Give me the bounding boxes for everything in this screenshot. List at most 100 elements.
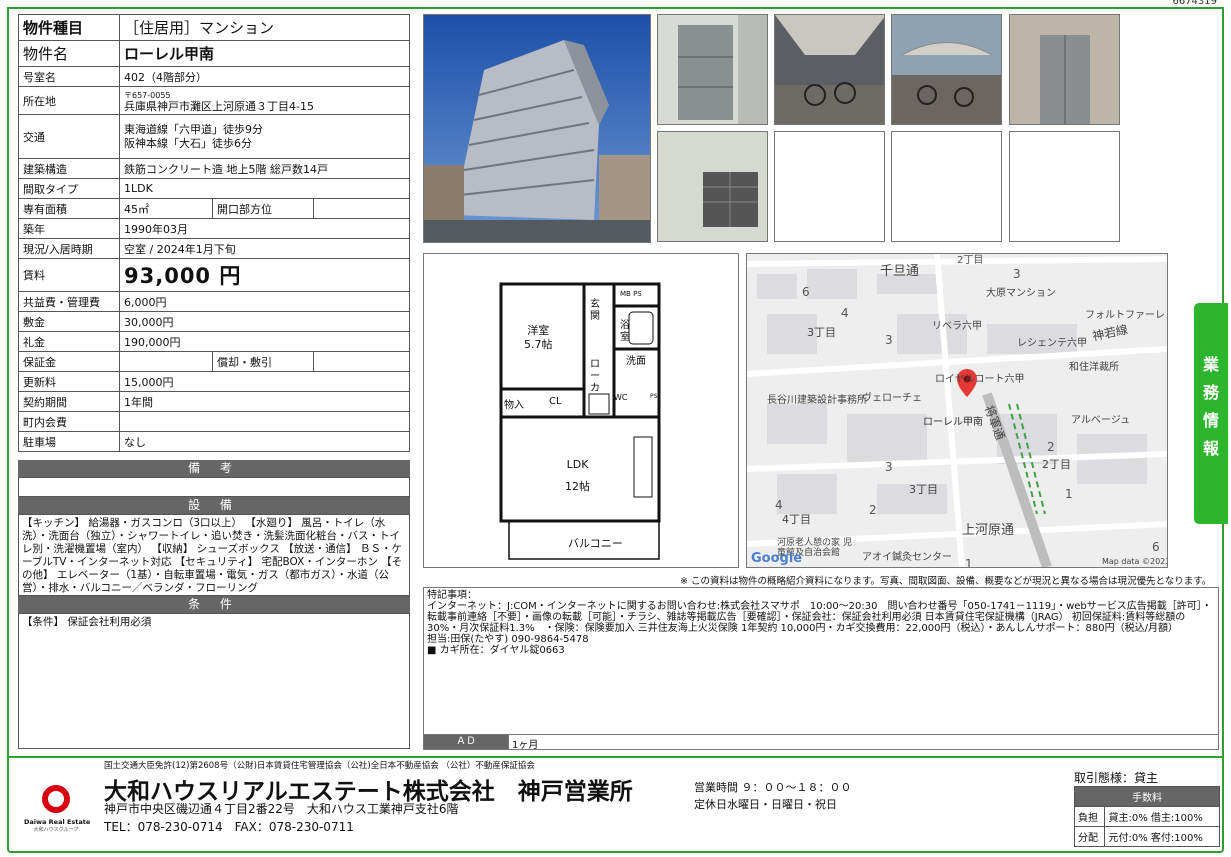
room-value: 402（4階部分）	[119, 66, 410, 87]
map-number: 3	[885, 333, 893, 347]
wc-label: WC	[614, 393, 628, 402]
google-logo: Google	[751, 551, 803, 566]
map-label-3chome-b: 3丁目	[909, 483, 938, 496]
map-label-3chome-a: 3丁目	[807, 326, 836, 339]
map-number: 4	[841, 306, 849, 320]
bicycle-parking-photo-2	[891, 14, 1002, 125]
area-label: 専有面積	[18, 198, 120, 219]
status-label: 現況/入居時期	[18, 238, 120, 259]
remarks-header: 備 考	[18, 460, 410, 477]
type-label: 物件種目	[18, 14, 120, 41]
ad-label: ＡＤ	[424, 735, 508, 749]
map-number: 3	[1013, 267, 1021, 281]
fee-header: 手数料	[1074, 786, 1220, 807]
closet-label: CL	[549, 396, 562, 407]
built-value: 1990年03月	[119, 218, 410, 239]
map-label-wazumi-yousai: 和住洋裁所	[1069, 362, 1119, 373]
business-info-tab[interactable]: 業 務 情 報	[1194, 303, 1228, 524]
structure-label: 建築構造	[18, 158, 120, 179]
western-room-label: 洋室	[527, 324, 550, 337]
map-number: 6	[1152, 540, 1160, 554]
tab-char: 業	[1202, 355, 1219, 374]
map-label-ohara-mansion: 大原マンション	[986, 288, 1056, 299]
key-money-label: 礼金	[18, 331, 120, 352]
photo-placeholder-1	[774, 131, 885, 242]
corridor-label: ローカ	[590, 359, 600, 394]
tab-char: 情	[1202, 411, 1219, 430]
key-money-value: 190,000円	[119, 331, 410, 352]
license-text: 国土交通大臣免許(12)第2608号（公財)日本賃貸住宅管理協会（公社)全日本不…	[104, 761, 535, 771]
mailbox-photo	[657, 14, 768, 125]
map-label-royal-court-rokko: ロイヤルコート六甲	[935, 374, 1025, 385]
elevator-photo	[1009, 14, 1120, 125]
rent-label: 賃料	[18, 258, 120, 292]
ldk-size: 12帖	[565, 480, 590, 493]
association-fee-label: 町内会費	[18, 411, 120, 432]
parking-value: なし	[119, 431, 410, 452]
building-exterior-photo	[423, 14, 651, 243]
notes-title: 特記事項：	[427, 590, 477, 601]
map-number: 6	[802, 285, 810, 299]
western-room-size: 5.7帖	[524, 338, 553, 351]
split-value: 元付:0% 客付:100%	[1104, 826, 1220, 847]
guarantee-value	[119, 351, 213, 372]
rent-value: 93,000 円	[119, 258, 410, 292]
holidays: 定休日水曜日・日曜日・祝日	[694, 798, 837, 811]
reference-number: 6674319	[1168, 0, 1221, 7]
balcony-label: バルコニー	[568, 537, 623, 550]
amortization-label: 償却・敷引	[212, 351, 314, 372]
daiwa-logo: Daiwa Real Estate 大和ハウスグループ	[24, 784, 91, 834]
deposit-label: 敷金	[18, 311, 120, 332]
direction-value	[313, 198, 410, 219]
notes-line-2: 担当:田保(たやす) 090-9864-5478	[427, 634, 589, 645]
status-value: 空室 / 2024年1月下旬	[119, 238, 410, 259]
map-number: 3	[885, 460, 893, 474]
map-label-hasegawa-architects: 長谷川建築設計事務所	[767, 395, 867, 406]
postal-code: 〒657-0055	[124, 90, 171, 100]
contract-value: 1年間	[119, 391, 410, 412]
delivery-box-photo	[657, 131, 768, 242]
notes-line-3: ■ カギ所在：ダイヤル錠0663	[427, 645, 565, 656]
burden-label: 負担	[1073, 806, 1106, 827]
burden-value: 貸主:0% 借主:100%	[1104, 806, 1220, 827]
tab-char: 報	[1202, 439, 1219, 458]
guarantee-label: 保証金	[18, 351, 120, 372]
conditions-body: 【条件】 保証会社利用必須	[18, 613, 410, 749]
ldk-label: LDK	[566, 458, 589, 471]
built-label: 築年	[18, 218, 120, 239]
fee-value: 6,000円	[119, 291, 410, 312]
association-fee-value	[119, 411, 410, 432]
map-label-kamikawahara-dori: 上河原通	[962, 523, 1015, 538]
deposit-value: 30,000円	[119, 311, 410, 332]
storage-label: 物入	[504, 400, 524, 411]
conditions-header: 条 件	[18, 596, 410, 613]
logo-text: Daiwa Real Estate	[24, 818, 91, 826]
split-label: 分配	[1073, 826, 1106, 847]
map-label-aoi-clinic: アオイ鍼灸センター	[862, 552, 952, 563]
bath-label: 浴室	[620, 320, 630, 343]
address-label: 所在地	[18, 86, 120, 115]
access-line-1: 東海道線「六甲道」徒歩9分	[124, 122, 263, 136]
footer-divider	[7, 756, 1224, 758]
amortization-value	[313, 351, 410, 372]
map-label-ribera-rokko: リベラ六甲	[932, 321, 982, 332]
map-number: 2丁目	[957, 255, 984, 266]
map-label-veloce: ヴェローチェ	[862, 393, 922, 404]
daiwa-logo-icon	[42, 785, 70, 813]
type-value: ［住居用］マンション	[119, 14, 410, 41]
bicycle-parking-photo-1	[774, 14, 885, 125]
facilities-body: 【キッチン】 給湯器・ガスコンロ（3口以上） 【水廻り】 風呂・トイレ（水洗）・…	[18, 514, 410, 596]
business-hours: 営業時間 ９：００～１８：００	[694, 781, 852, 794]
company-phone: TEL：078-230-0714 FAX：078-230-0711	[104, 820, 354, 834]
location-map[interactable]: 千旦通 大原マンション フォルトファーレン リベラ六甲 レシェンテ六甲 神若線 …	[746, 253, 1168, 568]
mbps-label: MB PS	[620, 290, 642, 298]
access-label: 交通	[18, 114, 120, 159]
access-line-2: 阪神本線「大石」徒歩6分	[124, 136, 252, 150]
layout-label: 間取タイプ	[18, 178, 120, 199]
entrance-label: 玄関	[590, 299, 600, 322]
photo-placeholder-3	[1009, 131, 1120, 242]
structure-value: 鉄筋コンクリート造 地上5階 総戸数14戸	[119, 158, 410, 179]
deal-type: 取引態様：貸主	[1074, 771, 1159, 785]
washroom-label: 洗面	[626, 356, 646, 367]
renewal-label: 更新料	[18, 371, 120, 392]
